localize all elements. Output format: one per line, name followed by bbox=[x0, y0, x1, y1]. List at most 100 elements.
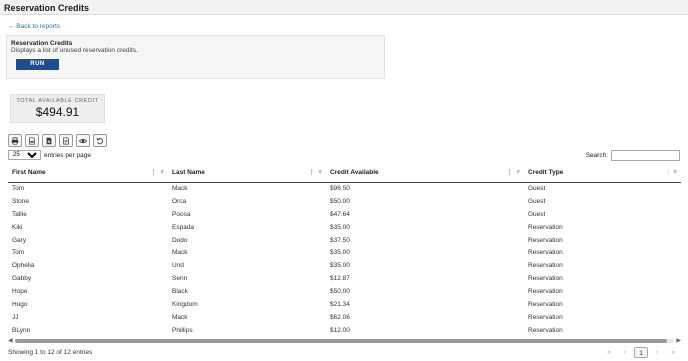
reset-icon bbox=[96, 137, 104, 144]
column-header-credit-type[interactable]: Credit Type ↑ ⌕ bbox=[524, 164, 681, 183]
report-description: Displays a list of unused reservation cr… bbox=[11, 47, 138, 54]
table-row: Hope Black $50.00 Reservation bbox=[8, 285, 681, 298]
first-name-cell: Gary bbox=[12, 236, 27, 244]
last-name-cell: Und bbox=[172, 262, 184, 270]
first-name-cell: Ophelia bbox=[12, 262, 35, 270]
sort-asc-icon[interactable]: ↑ bbox=[667, 170, 670, 176]
credit-type-cell: Reservation bbox=[528, 223, 563, 231]
report-title: Reservation Credits bbox=[11, 40, 73, 47]
credits-table: First Name ⋮ ⌕ Last Name ⋮ ⌕ Credit Availabl… bbox=[8, 164, 681, 337]
table-row: Tom Mack $35.00 Reservation bbox=[8, 246, 681, 259]
entries-per-page-select[interactable]: 25 bbox=[8, 150, 41, 160]
column-header-credit-available[interactable]: Credit Available ⋮ ⌕ bbox=[326, 164, 524, 183]
table-body: Tom Mack $96.50 Guest Stone Orca $50.00 Guest Ta… bbox=[8, 182, 681, 337]
first-name-cell: Hugo bbox=[12, 300, 28, 308]
credit-available-cell: $35.00 bbox=[330, 262, 350, 270]
table-header-row: First Name ⋮ ⌕ Last Name ⋮ ⌕ Credit Availabl… bbox=[8, 164, 681, 183]
table-row: Gabby Senn $12.87 Reservation bbox=[8, 272, 681, 285]
preview-button[interactable] bbox=[76, 134, 90, 147]
last-name-cell: Dodo bbox=[172, 236, 188, 244]
first-name-cell: Tom bbox=[12, 185, 25, 193]
search-input[interactable] bbox=[611, 150, 680, 161]
credit-available-cell: $62.06 bbox=[330, 313, 350, 321]
column-title: Last Name bbox=[172, 169, 205, 177]
last-name-cell: Mack bbox=[172, 249, 188, 257]
credit-type-cell: Guest bbox=[528, 185, 546, 193]
credit-available-cell: $47.64 bbox=[330, 210, 350, 218]
table-row: JJ Mack $62.06 Reservation bbox=[8, 311, 681, 324]
credit-available-cell: $35.00 bbox=[330, 223, 350, 231]
scrollbar-thumb[interactable] bbox=[15, 339, 667, 343]
table-row: Ophelia Und $35.00 Reservation bbox=[8, 259, 681, 272]
credit-available-cell: $35.00 bbox=[330, 249, 350, 257]
first-page-button[interactable]: « bbox=[602, 347, 616, 358]
prev-page-button[interactable]: ‹ bbox=[618, 347, 632, 358]
run-button[interactable]: RUN bbox=[16, 59, 59, 70]
table-row: BLynn Phillips $12.00 Reservation bbox=[8, 324, 681, 337]
search-icon[interactable]: ⌕ bbox=[319, 169, 322, 176]
page-length: 25 entries per page bbox=[8, 150, 91, 160]
first-name-cell: Tallie bbox=[12, 210, 27, 218]
csv-icon bbox=[29, 136, 35, 145]
first-name-cell: Gabby bbox=[12, 275, 32, 283]
last-name-cell: Black bbox=[172, 288, 188, 296]
first-name-cell: BLynn bbox=[12, 326, 31, 334]
table-row: Hugo Kingdom $21.34 Reservation bbox=[8, 298, 681, 311]
search-icon[interactable]: ⌕ bbox=[161, 169, 164, 176]
search-box: Search: bbox=[586, 150, 680, 161]
credit-type-cell: Reservation bbox=[528, 300, 563, 308]
first-name-cell: Hope bbox=[12, 288, 28, 296]
current-page-button[interactable]: 1 bbox=[634, 347, 648, 358]
next-page-button[interactable]: › bbox=[650, 347, 664, 358]
credit-available-cell: $50.00 bbox=[330, 288, 350, 296]
csv-button[interactable] bbox=[25, 134, 39, 147]
credit-available-cell: $50.00 bbox=[330, 197, 350, 205]
print-button[interactable] bbox=[8, 134, 22, 147]
column-title: Credit Type bbox=[528, 169, 564, 177]
report-panel: Reservation Credits Displays a list of u… bbox=[6, 35, 385, 79]
last-name-cell: Senn bbox=[172, 275, 188, 283]
search-icon[interactable]: ⌕ bbox=[517, 169, 520, 176]
scroll-left-icon[interactable]: ◀ bbox=[8, 338, 13, 344]
column-title: First Name bbox=[12, 169, 46, 177]
credit-type-cell: Reservation bbox=[528, 262, 563, 270]
column-menu-icon[interactable]: ⋮ bbox=[151, 169, 157, 176]
first-name-cell: JJ bbox=[12, 313, 19, 321]
total-credit-value: $494.91 bbox=[35, 105, 80, 119]
scroll-right-icon[interactable]: ▶ bbox=[676, 338, 681, 344]
pdf-button[interactable] bbox=[59, 134, 73, 147]
column-menu-icon[interactable]: ⋮ bbox=[309, 169, 315, 176]
last-page-button[interactable]: » bbox=[666, 347, 680, 358]
title-bar: Reservation Credits bbox=[0, 0, 688, 15]
credit-type-cell: Reservation bbox=[528, 275, 563, 283]
credit-type-cell: Reservation bbox=[528, 326, 563, 334]
pagination: « ‹ 1 › » bbox=[602, 347, 680, 358]
first-name-cell: Kiki bbox=[12, 223, 23, 231]
last-name-cell: Mack bbox=[172, 185, 188, 193]
back-to-reports-link[interactable]: ← Back to reports bbox=[8, 23, 60, 30]
search-label: Search: bbox=[585, 152, 608, 159]
last-name-cell: Kingdom bbox=[172, 300, 198, 308]
column-header-last-name[interactable]: Last Name ⋮ ⌕ bbox=[168, 164, 326, 183]
column-controls: ↑ ⌕ bbox=[667, 169, 677, 176]
entries-per-page-label: entries per page bbox=[44, 151, 91, 159]
horizontal-scrollbar[interactable]: ◀ ▶ bbox=[8, 338, 681, 344]
column-menu-icon[interactable]: ⋮ bbox=[507, 169, 513, 176]
credit-available-cell: $21.34 bbox=[330, 300, 350, 308]
credit-type-cell: Guest bbox=[528, 210, 546, 218]
pdf-icon bbox=[63, 136, 69, 145]
search-icon[interactable]: ⌕ bbox=[674, 169, 677, 176]
credit-type-cell: Guest bbox=[528, 197, 546, 205]
first-name-cell: Stone bbox=[12, 197, 29, 205]
total-credit-card: TOTAL AVAILABLE CREDIT $494.91 bbox=[10, 94, 105, 123]
column-controls: ⋮ ⌕ bbox=[507, 169, 520, 176]
print-icon bbox=[11, 136, 19, 145]
reset-button[interactable] bbox=[93, 134, 107, 147]
excel-button[interactable] bbox=[42, 134, 56, 147]
credit-available-cell: $12.87 bbox=[330, 275, 350, 283]
column-header-first-name[interactable]: First Name ⋮ ⌕ bbox=[8, 164, 168, 183]
export-toolbar bbox=[8, 134, 107, 147]
credit-type-cell: Reservation bbox=[528, 313, 563, 321]
table-row: Stone Orca $50.00 Guest bbox=[8, 195, 681, 208]
credit-type-cell: Reservation bbox=[528, 249, 563, 257]
